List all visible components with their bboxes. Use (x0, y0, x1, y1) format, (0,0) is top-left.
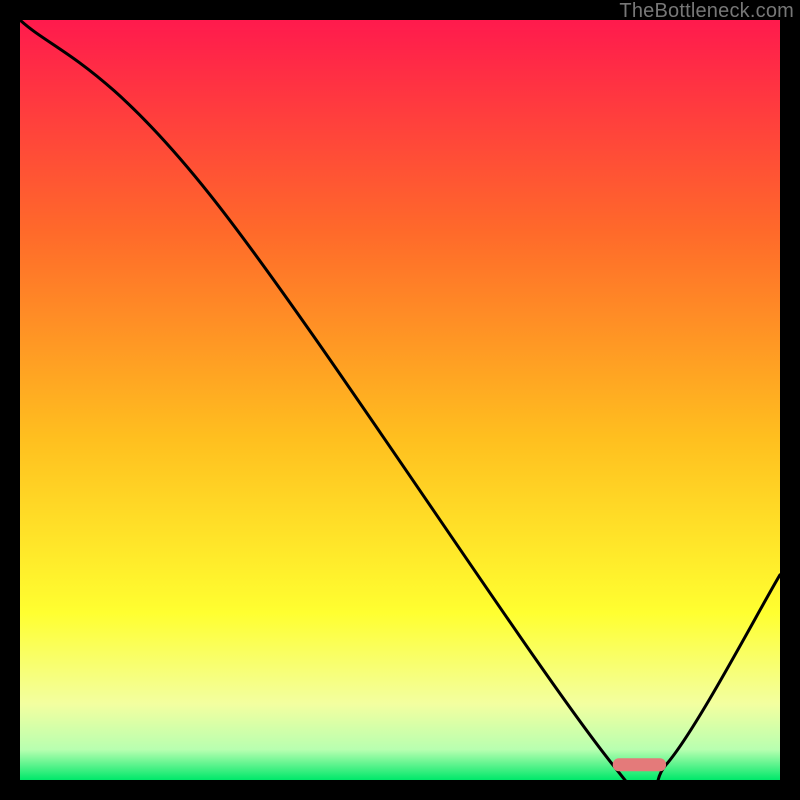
gradient-background (20, 20, 780, 780)
optimal-range-marker (613, 758, 666, 771)
chart-svg (20, 20, 780, 780)
chart-frame: TheBottleneck.com (0, 0, 800, 800)
plot-area (20, 20, 780, 780)
